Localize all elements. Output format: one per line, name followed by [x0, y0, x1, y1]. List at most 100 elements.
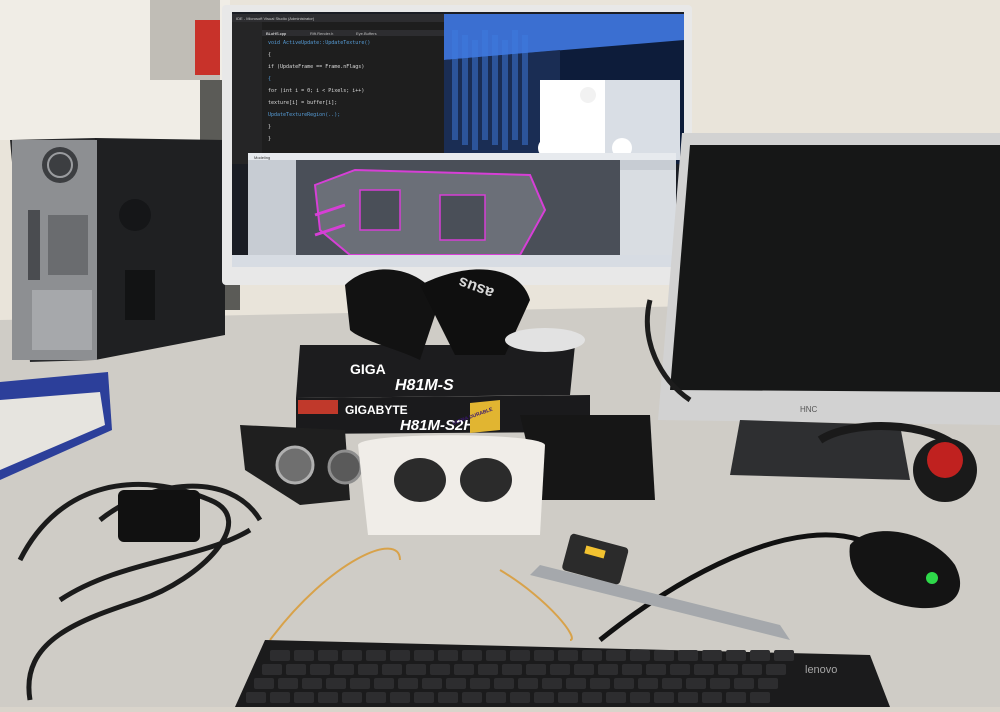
keyboard-key — [654, 692, 674, 703]
keyboard-key — [510, 692, 530, 703]
keyboard-key — [334, 664, 354, 675]
keyboard-key — [254, 678, 274, 689]
code-line: } — [268, 136, 271, 142]
keyboard-key — [630, 650, 650, 661]
keyboard-key — [462, 650, 482, 661]
keyboard-key — [438, 650, 458, 661]
keyboard-key — [486, 692, 506, 703]
keyboard-key — [390, 692, 410, 703]
taskbar — [232, 255, 684, 267]
keyboard-key — [726, 692, 746, 703]
box-top-brand: GIGA — [350, 361, 386, 377]
keyboard-key — [598, 664, 618, 675]
keyboard-key — [750, 650, 770, 661]
keyboard-key — [662, 678, 682, 689]
ide-titlebar: IDE - Microsoft Visual Studio (Administr… — [236, 16, 315, 21]
keyboard-key — [766, 664, 786, 675]
keyboard-key — [702, 650, 722, 661]
keyboard-key — [286, 664, 306, 675]
keyboard-key — [270, 650, 290, 661]
code-line: void ActiveUpdate::UpdateTexture() — [268, 40, 370, 46]
keyboard-key — [438, 692, 458, 703]
keyboard-key — [606, 692, 626, 703]
power-adapter — [118, 490, 200, 542]
keyboard-key — [670, 664, 690, 675]
keyboard-key — [430, 664, 450, 675]
keyboard-key — [342, 650, 362, 661]
keyboard-key — [774, 650, 794, 661]
keyboard-key — [294, 692, 314, 703]
ide-tab-1[interactable]: BLoHS.cpp — [266, 31, 287, 36]
keyboard-key — [422, 678, 442, 689]
keyboard-key — [446, 678, 466, 689]
keyboard-key — [294, 650, 314, 661]
keyboard-key — [390, 650, 410, 661]
keyboard-key — [542, 678, 562, 689]
keyboard-key — [534, 650, 554, 661]
keyboard-key — [406, 664, 426, 675]
code-line: { — [268, 52, 271, 58]
box-brand: GIGABYTE — [345, 403, 408, 417]
keyboard-key — [326, 678, 346, 689]
ide-tab-2[interactable]: Rift.Render.h — [310, 31, 333, 36]
cad-tab[interactable]: Modeling — [254, 155, 270, 160]
keyboard-key — [486, 650, 506, 661]
matrix-column — [462, 35, 468, 145]
keyboard-key — [566, 678, 586, 689]
cad-model — [313, 168, 547, 256]
keyboard-key — [718, 664, 738, 675]
keyboard-key — [558, 692, 578, 703]
code-line: UpdateTextureRegion(..); — [268, 112, 340, 118]
keyboard-key — [398, 678, 418, 689]
keyboard-key — [454, 664, 474, 675]
keyboard-key — [342, 692, 362, 703]
code-line: } — [268, 124, 271, 130]
keyboard-key — [350, 678, 370, 689]
keyboard-key — [742, 664, 762, 675]
keyboard-key — [614, 678, 634, 689]
keyboard-key — [310, 664, 330, 675]
keyboard-key — [574, 664, 594, 675]
keyboard-key — [518, 678, 538, 689]
keyboard-key — [526, 664, 546, 675]
keyboard-key — [494, 678, 514, 689]
code-line: if (UpdateFrame == Frame.nFlags) — [268, 64, 364, 70]
keyboard-brand: lenovo — [805, 664, 837, 676]
code-line: { — [268, 76, 271, 82]
keyboard-key — [726, 650, 746, 661]
keyboard-key — [702, 692, 722, 703]
keyboard-key — [302, 678, 322, 689]
keyboard-key — [630, 692, 650, 703]
code-line: for (int i = 0; i < Pixels; i++) — [268, 88, 364, 94]
keyboard-key — [470, 678, 490, 689]
keyboard-key — [270, 692, 290, 703]
pc-tower — [10, 138, 225, 362]
keyboard-key — [382, 664, 402, 675]
keyboard-key — [414, 650, 434, 661]
matrix-column — [502, 40, 508, 150]
keyboard-key — [478, 664, 498, 675]
keyboard-key — [750, 692, 770, 703]
keyboard-key — [582, 650, 602, 661]
keyboard-key — [510, 650, 530, 661]
main-monitor: IDE - Microsoft Visual Studio (Administr… — [222, 5, 692, 305]
keyboard-key — [558, 650, 578, 661]
keyboard: lenovo — [235, 640, 890, 707]
code-line: texture[i] = buffer[i]; — [268, 100, 337, 106]
keyboard-key — [550, 664, 570, 675]
keyboard-key — [358, 664, 378, 675]
keyboard-key — [318, 692, 338, 703]
keyboard-key — [366, 650, 386, 661]
desk-photo: IDE - Microsoft Visual Studio (Administr… — [0, 0, 1000, 707]
keyboard-key — [462, 692, 482, 703]
keyboard-key — [734, 678, 754, 689]
matrix-column — [492, 35, 498, 145]
keyboard-key — [502, 664, 522, 675]
keyboard-key — [622, 664, 642, 675]
keyboard-key — [638, 678, 658, 689]
ide-tab-3[interactable]: Eye.Buffers — [356, 31, 377, 36]
keyboard-key — [366, 692, 386, 703]
motherboard-box-top: GIGA H81M-S — [296, 345, 575, 398]
matrix-column — [452, 30, 458, 140]
keyboard-key — [278, 678, 298, 689]
